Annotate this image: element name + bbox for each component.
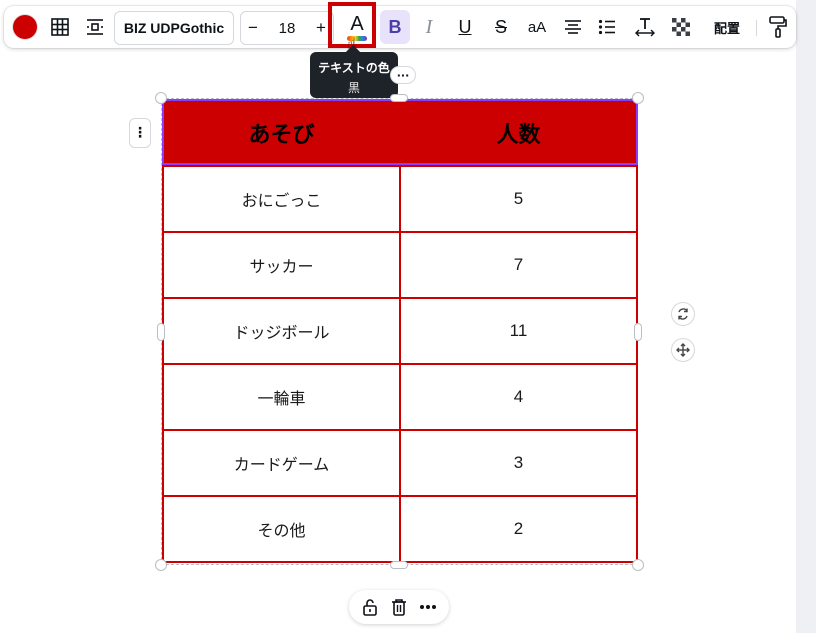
text-color-button[interactable]: A xyxy=(340,10,374,44)
table-grid-icon xyxy=(51,18,69,36)
transparency-button[interactable] xyxy=(666,10,696,44)
table-row: サッカー 7 xyxy=(162,231,638,299)
count-cell[interactable]: 3 xyxy=(399,429,638,497)
count-cell[interactable]: 4 xyxy=(399,363,638,431)
copy-style-button[interactable] xyxy=(762,10,794,44)
rotate-icon xyxy=(678,308,688,320)
toolbar-divider xyxy=(756,20,757,36)
spacing-icon xyxy=(87,19,103,35)
rotate-button[interactable] xyxy=(671,302,695,326)
header-cell-count[interactable]: 人数 xyxy=(399,99,638,167)
activity-cell[interactable]: 一輪車 xyxy=(162,363,401,431)
strikethrough-button[interactable]: S xyxy=(486,10,516,44)
fill-color-swatch xyxy=(13,15,37,39)
letter-case-button[interactable]: aA xyxy=(520,10,554,44)
activity-cell[interactable]: カードゲーム xyxy=(162,429,401,497)
text-color-tooltip: テキストの色 黒 xyxy=(310,44,398,98)
list-button[interactable] xyxy=(592,10,622,44)
font-size-stepper: − 18 + xyxy=(240,11,334,45)
bold-button[interactable]: B xyxy=(380,10,410,44)
table-row: 一輪車 4 xyxy=(162,363,638,431)
letter-spacing-icon xyxy=(635,18,655,37)
activity-cell[interactable]: おにごっこ xyxy=(162,165,401,233)
table-row: その他 2 xyxy=(162,495,638,563)
resize-handle-left[interactable] xyxy=(157,323,165,341)
lock-icon xyxy=(362,599,377,616)
count-cell[interactable]: 11 xyxy=(399,297,638,365)
table-grid-button[interactable] xyxy=(44,10,76,44)
resize-handle-bottom-left[interactable] xyxy=(155,559,167,571)
more-options-button[interactable] xyxy=(416,595,440,619)
resize-handle-bottom-right[interactable] xyxy=(632,559,644,571)
tooltip-value: 黒 xyxy=(347,81,360,95)
font-size-increase-button[interactable]: + xyxy=(309,18,333,38)
position-button[interactable]: 配置 xyxy=(704,10,750,44)
data-table[interactable]: あそび 人数 おにごっこ 5 サッカー 7 ドッジボール 11 一輪車 4 カー… xyxy=(162,99,638,563)
count-cell[interactable]: 2 xyxy=(399,495,638,563)
underline-button[interactable]: U xyxy=(450,10,480,44)
cell-spacing-button[interactable] xyxy=(80,10,110,44)
table-row: カードゲーム 3 xyxy=(162,429,638,497)
resize-handle-bottom[interactable] xyxy=(390,561,408,569)
font-family-select[interactable]: BIZ UDPGothic xyxy=(114,11,234,45)
move-button[interactable] xyxy=(671,338,695,362)
header-cell-activity[interactable]: あそび xyxy=(162,99,401,167)
table-row: ドッジボール 11 xyxy=(162,297,638,365)
align-center-icon xyxy=(565,20,581,34)
count-cell[interactable]: 7 xyxy=(399,231,638,299)
italic-button[interactable]: I xyxy=(414,10,444,44)
top-more-button[interactable]: ··· xyxy=(390,66,416,84)
more-horizontal-icon xyxy=(420,605,437,609)
paint-roller-icon xyxy=(769,16,787,38)
resize-handle-top-left[interactable] xyxy=(155,92,167,104)
tooltip-title: テキストの色 xyxy=(318,61,390,75)
font-size-decrease-button[interactable]: − xyxy=(241,18,265,38)
table-header-row: あそび 人数 xyxy=(162,99,638,167)
fill-color-button[interactable] xyxy=(8,10,42,44)
editor-gutter xyxy=(796,0,816,633)
element-action-bar xyxy=(349,590,449,624)
row-options-button[interactable]: ⋮ xyxy=(129,118,151,148)
table-row: おにごっこ 5 xyxy=(162,165,638,233)
font-size-value[interactable]: 18 xyxy=(279,20,296,37)
resize-handle-top[interactable] xyxy=(390,94,408,102)
move-icon xyxy=(676,343,690,357)
transparency-icon xyxy=(672,18,690,36)
count-cell[interactable]: 5 xyxy=(399,165,638,233)
resize-handle-right[interactable] xyxy=(634,323,642,341)
bullet-list-icon xyxy=(598,19,615,35)
text-color-letter: A xyxy=(350,13,364,35)
letter-spacing-button[interactable] xyxy=(628,10,662,44)
lock-button[interactable] xyxy=(358,595,382,619)
activity-cell[interactable]: サッカー xyxy=(162,231,401,299)
text-toolbar: BIZ UDPGothic − 18 + A B I U S aA 配置 xyxy=(4,6,796,48)
activity-cell[interactable]: その他 xyxy=(162,495,401,563)
trash-icon xyxy=(391,599,406,616)
delete-button[interactable] xyxy=(387,595,411,619)
text-align-button[interactable] xyxy=(558,10,588,44)
resize-handle-top-right[interactable] xyxy=(632,92,644,104)
activity-cell[interactable]: ドッジボール xyxy=(162,297,401,365)
